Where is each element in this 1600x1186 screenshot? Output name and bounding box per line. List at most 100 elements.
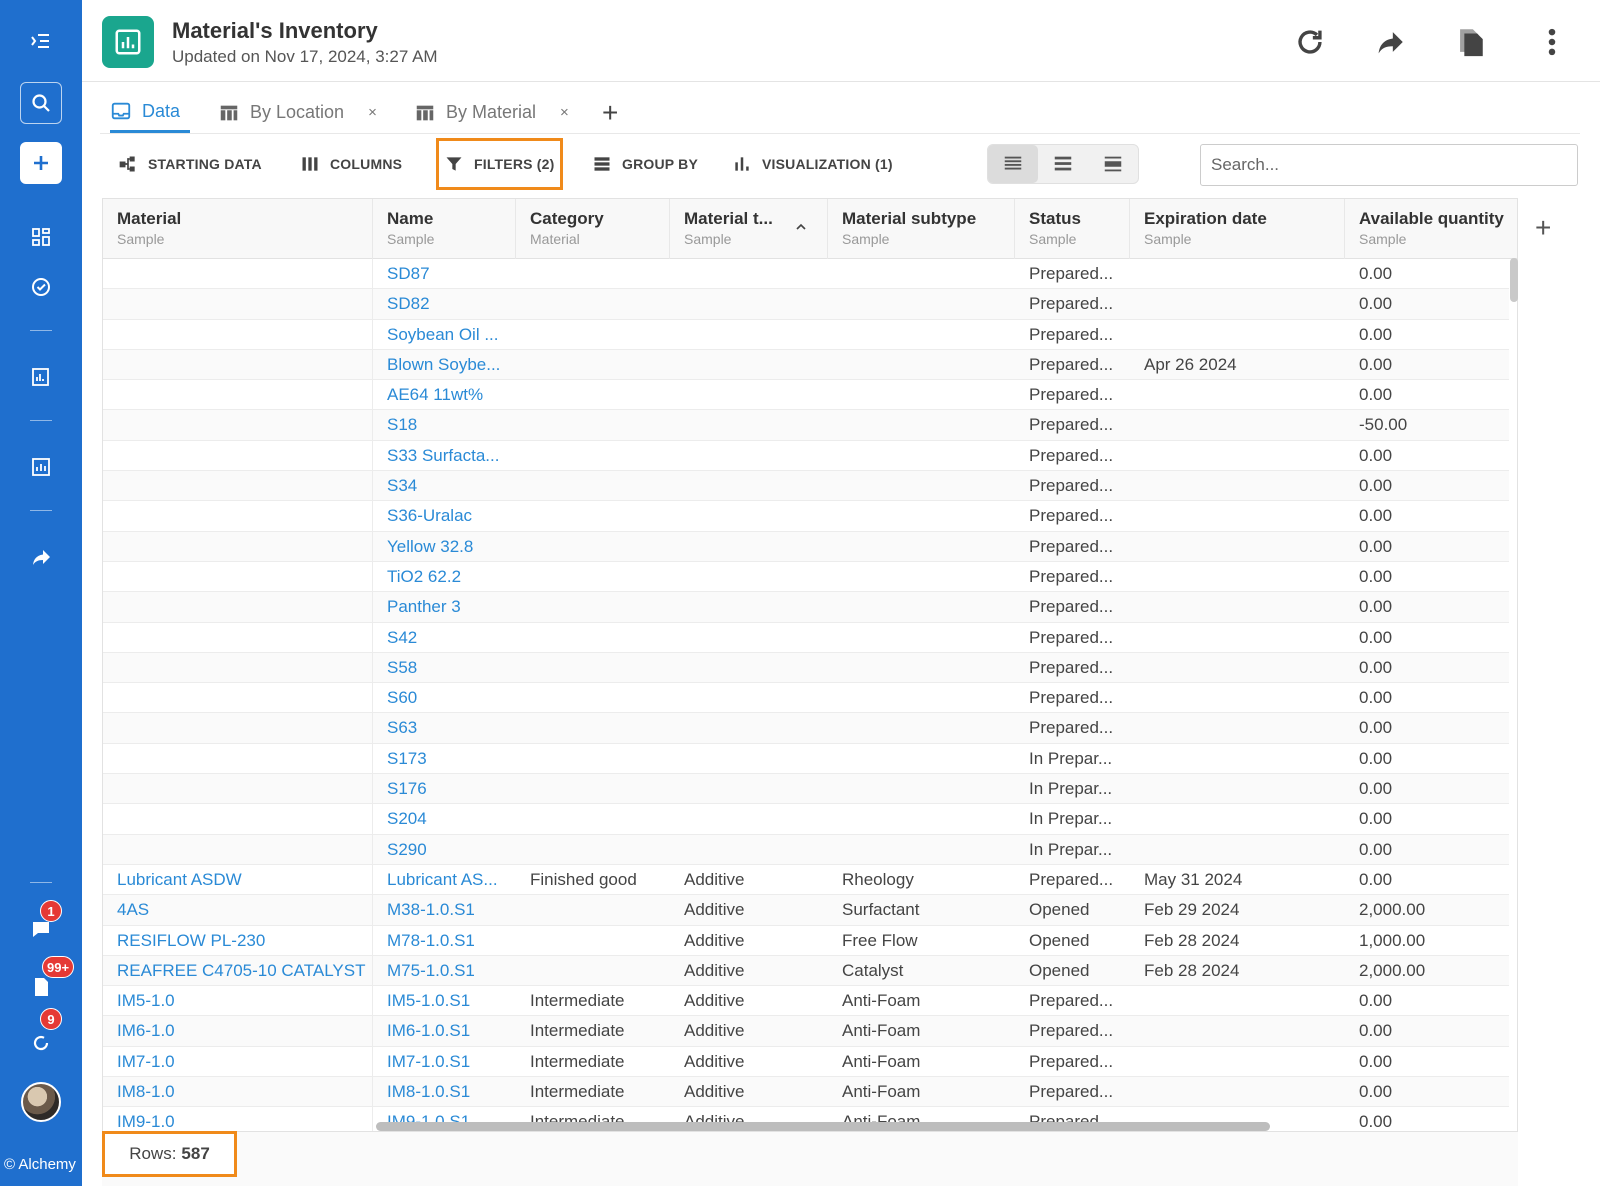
column-header-available-quantity[interactable]: Available quantity Sample [1345,199,1509,259]
cell-name[interactable]: Soybean Oil ... [373,320,516,350]
share-icon[interactable] [20,536,62,578]
copy-icon[interactable] [1450,22,1490,62]
cell-material[interactable]: IM7-1.0 [103,1046,373,1078]
cell-name[interactable]: M75-1.0.S1 [373,956,516,986]
density-compact-icon[interactable] [988,145,1038,183]
table-row[interactable]: RESIFLOW PL-230 M78-1.0.S1 Additive Free Fl… [103,925,1509,957]
cell-material[interactable]: RESIFLOW PL-230 [103,925,373,957]
cell-material[interactable]: IM6-1.0 [103,1016,373,1048]
add-icon[interactable] [20,142,62,184]
cell-name[interactable]: TiO2 62.2 [373,562,516,592]
cell-name[interactable]: S63 [373,713,516,743]
cell-name[interactable]: SD82 [373,289,516,319]
table-row[interactable]: REAFREE C4705-10 CATALYST M75-1.0.S1 Addit… [103,955,1509,987]
visualization-button[interactable]: VISUALIZATION (1) [732,146,893,182]
starting-data-button[interactable]: STARTING DATA [118,146,262,182]
table-row[interactable]: IM5-1.0 IM5-1.0.S1 Intermediate Additive Ant… [103,986,1509,1018]
cell-name[interactable]: S60 [373,683,516,713]
more-vertical-icon[interactable] [1532,22,1572,62]
column-header-material-type[interactable]: Material t... Sample [670,199,828,259]
column-header-name[interactable]: Name Sample [373,199,516,259]
close-icon[interactable]: × [368,104,377,121]
add-tab-button[interactable]: + [602,92,618,133]
cell-name[interactable]: S290 [373,835,516,865]
search-input[interactable] [1200,144,1578,186]
cell-name[interactable]: S18 [373,410,516,440]
dashboard-icon[interactable] [20,216,62,258]
cell-name[interactable]: S42 [373,623,516,653]
cell-material[interactable]: IM9-1.0 [103,1107,373,1131]
cell-material[interactable]: REAFREE C4705-10 CATALYST [103,955,373,987]
density-comfortable-icon[interactable] [1088,145,1138,183]
cell-material[interactable]: IM8-1.0 [103,1077,373,1109]
table-row[interactable]: S60 Prepared... 0.00 [103,683,1509,715]
table-row[interactable]: S34 Prepared... 0.00 [103,471,1509,503]
tab-by-material[interactable]: By Material × [414,92,569,133]
cell-name[interactable]: S204 [373,804,516,834]
table-row[interactable]: S290 In Prepar... 0.00 [103,834,1509,866]
cell-name[interactable]: AE64 11wt% [373,380,516,410]
cell-material[interactable]: Lubricant ASDW [103,864,373,896]
table-row[interactable]: S63 Prepared... 0.00 [103,713,1509,745]
group-by-button[interactable]: GROUP BY [592,146,698,182]
menu-expand-icon[interactable] [20,20,62,62]
table-row[interactable]: S176 In Prepar... 0.00 [103,774,1509,806]
close-icon[interactable]: × [560,104,569,121]
table-row[interactable]: Lubricant ASDW Lubricant AS... Finished go… [103,864,1509,896]
cell-name[interactable]: S33 Surfacta... [373,441,516,471]
table-row[interactable]: S173 In Prepar... 0.00 [103,743,1509,775]
table-row[interactable]: Yellow 32.8 Prepared... 0.00 [103,531,1509,563]
column-header-status[interactable]: Status Sample [1015,199,1130,259]
refresh-icon[interactable] [1290,22,1330,62]
sort-ascending-icon[interactable] [793,219,809,235]
table-row[interactable]: SD87 Prepared... 0.00 [103,259,1509,290]
cell-name[interactable]: Lubricant AS... [373,865,516,895]
cell-material[interactable]: IM5-1.0 [103,986,373,1018]
filters-button[interactable]: FILTERS (2) [444,146,555,182]
table-row[interactable]: S58 Prepared... 0.00 [103,652,1509,684]
cell-name[interactable]: IM7-1.0.S1 [373,1047,516,1077]
column-header-expiration-date[interactable]: Expiration date Sample [1130,199,1345,259]
cell-name[interactable]: Panther 3 [373,592,516,622]
share-icon[interactable] [1370,22,1410,62]
cell-name[interactable]: IM6-1.0.S1 [373,1016,516,1046]
table-row[interactable]: IM6-1.0 IM6-1.0.S1 Intermediate Additive Ant… [103,1016,1509,1048]
cell-name[interactable]: S173 [373,744,516,774]
search-icon[interactable] [20,82,62,124]
tasks-check-icon[interactable] [20,266,62,308]
table-row[interactable]: IM8-1.0 IM8-1.0.S1 Intermediate Additive Ant… [103,1077,1509,1109]
cell-name[interactable]: IM8-1.0.S1 [373,1077,516,1107]
cell-name[interactable]: Blown Soybe... [373,350,516,380]
table-row[interactable]: Blown Soybe... Prepared... Apr 26 2024 0.00 [103,349,1509,381]
table-row[interactable]: IM7-1.0 IM7-1.0.S1 Intermediate Additive Ant… [103,1046,1509,1078]
table-row[interactable]: S18 Prepared... -50.00 [103,410,1509,442]
tab-data[interactable]: Data [110,92,191,133]
cell-name[interactable]: M38-1.0.S1 [373,895,516,925]
table-row[interactable]: Panther 3 Prepared... 0.00 [103,592,1509,624]
cell-name[interactable]: Yellow 32.8 [373,532,516,562]
density-standard-icon[interactable] [1038,145,1088,183]
table-row[interactable]: Soybean Oil ... Prepared... 0.00 [103,319,1509,351]
column-header-material-subtype[interactable]: Material subtype Sample [828,199,1015,259]
vertical-scrollbar[interactable] [1510,258,1518,302]
horizontal-scrollbar[interactable] [376,1122,1270,1131]
cell-name[interactable]: S34 [373,471,516,501]
table-row[interactable]: SD82 Prepared... 0.00 [103,289,1509,321]
cell-name[interactable]: S176 [373,774,516,804]
add-column-button[interactable]: + [1535,212,1551,244]
report-star-icon[interactable] [20,356,62,398]
table-row[interactable]: TiO2 62.2 Prepared... 0.00 [103,561,1509,593]
column-header-material[interactable]: Material Sample [103,199,373,259]
cell-name[interactable]: IM5-1.0.S1 [373,986,516,1016]
table-row[interactable]: S36-Uralac Prepared... 0.00 [103,501,1509,533]
cell-name[interactable]: S58 [373,653,516,683]
table-row[interactable]: S42 Prepared... 0.00 [103,622,1509,654]
column-header-category[interactable]: Category Material [516,199,670,259]
tab-by-location[interactable]: By Location × [218,92,377,133]
cell-name[interactable]: SD87 [373,259,516,289]
cell-name[interactable]: M78-1.0.S1 [373,926,516,956]
table-row[interactable]: S204 In Prepar... 0.00 [103,804,1509,836]
report-icon[interactable] [20,446,62,488]
cell-material[interactable]: 4AS [103,895,373,927]
columns-button[interactable]: COLUMNS [300,146,402,182]
